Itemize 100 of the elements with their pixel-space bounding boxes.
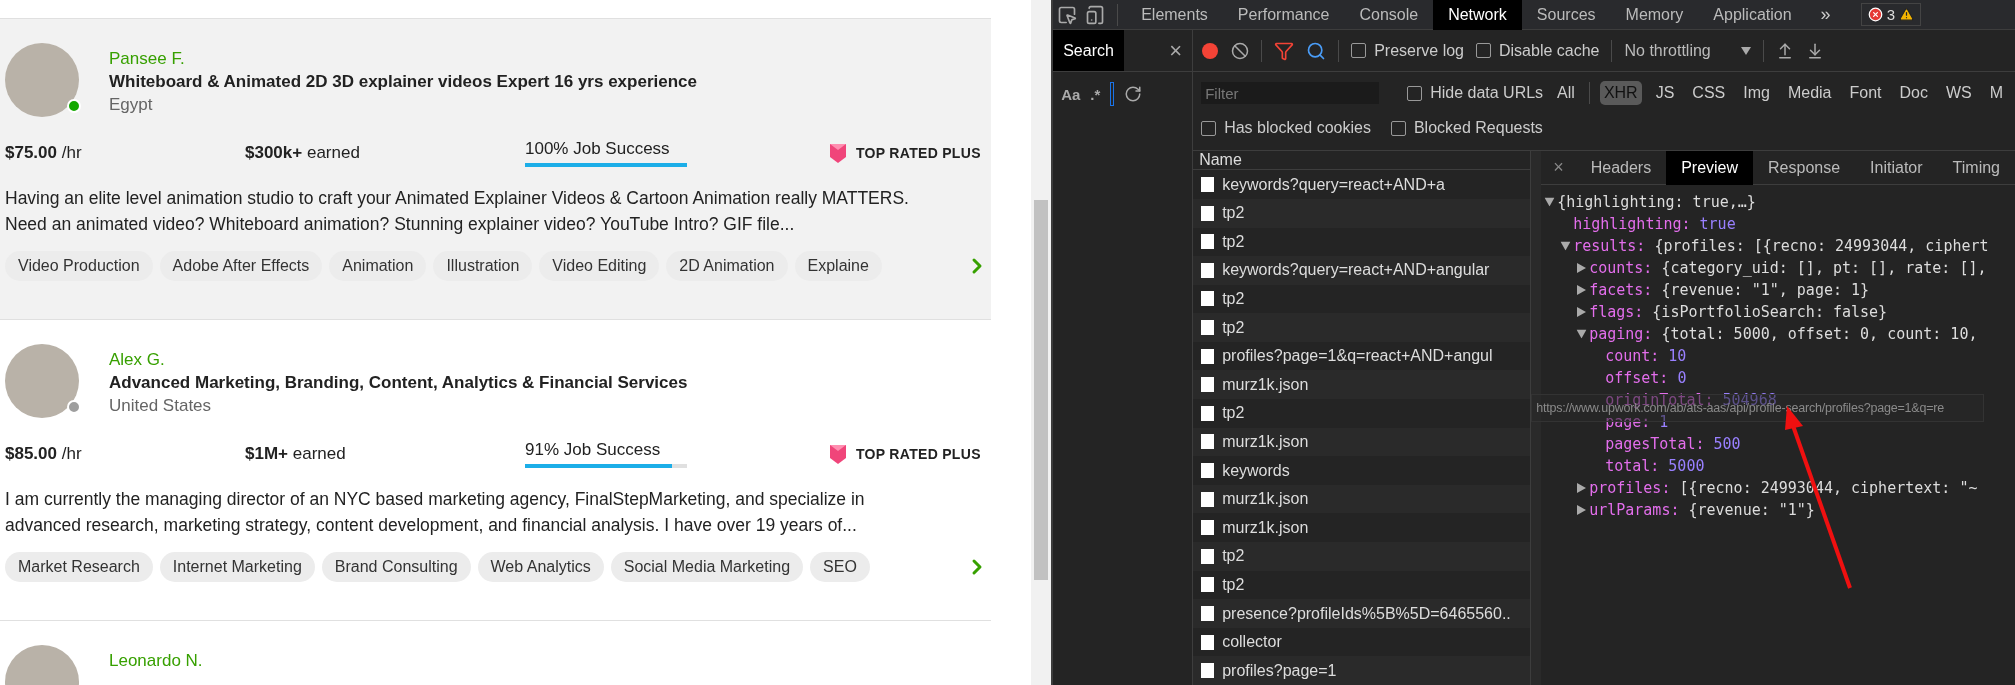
checkbox-label[interactable]: Blocked Requests xyxy=(1413,119,1543,137)
skill-tag[interactable]: Social Media Marketing xyxy=(610,552,804,582)
country: Egypt xyxy=(109,95,154,115)
skill-tag[interactable]: Illustration xyxy=(433,251,533,281)
resource-type-filter[interactable]: Media xyxy=(1783,81,1836,105)
filter-input[interactable]: Filter xyxy=(1201,82,1380,104)
search-tab[interactable]: Search xyxy=(1053,30,1124,71)
request-row[interactable]: keywords?query=react+AND+angular xyxy=(1193,256,1531,285)
skill-tag[interactable]: Adobe After Effects xyxy=(159,251,323,281)
checkbox-label[interactable]: Disable cache xyxy=(1499,41,1600,60)
checkbox-label[interactable]: Hide data URLs xyxy=(1430,84,1544,102)
checkbox-label[interactable]: Has blocked cookies xyxy=(1224,119,1371,137)
checkbox[interactable] xyxy=(1351,43,1367,58)
request-row[interactable]: murz1k.json xyxy=(1193,484,1531,514)
request-row[interactable]: tp2 xyxy=(1193,542,1531,571)
json-entry[interactable]: results: {profiles: [{recno: 24993044, ciphert xyxy=(1573,237,1989,255)
devtools-tab[interactable]: Memory xyxy=(1610,0,1699,30)
skill-tag[interactable]: Animation xyxy=(329,251,427,281)
error-count[interactable]: 3 xyxy=(1860,3,1921,26)
detail-tab[interactable]: Initiator xyxy=(1855,151,1938,185)
devtools-tab[interactable]: Elements xyxy=(1126,0,1223,30)
detail-tab[interactable]: Timing xyxy=(1937,151,2015,185)
devtools-tab[interactable]: Console xyxy=(1344,0,1434,30)
file-icon xyxy=(1201,520,1215,536)
freelancer-name[interactable]: Alex G. xyxy=(109,350,688,370)
resource-type-filter[interactable]: WS xyxy=(1941,81,1976,105)
json-entry[interactable]: flags: {isPortfolioSearch: false} xyxy=(1589,303,1888,321)
search-icon[interactable] xyxy=(1306,40,1327,61)
json-entry[interactable]: {highlighting: true,…} xyxy=(1557,193,1756,211)
skill-tag[interactable]: Market Research xyxy=(5,552,153,582)
expand-triangle-icon[interactable] xyxy=(1576,285,1586,295)
json-entry[interactable]: paging: {total: 5000, offset: 0, count: 10, xyxy=(1589,325,1978,343)
expand-triangle-icon[interactable] xyxy=(1576,505,1586,515)
skill-tag[interactable]: 2D Animation xyxy=(666,251,788,281)
request-row[interactable]: tp2 xyxy=(1193,313,1531,342)
more-tabs-button[interactable]: » xyxy=(1806,4,1845,25)
throttling-select[interactable]: No throttling xyxy=(1624,41,1751,60)
skill-tag[interactable]: Internet Marketing xyxy=(159,552,315,582)
regex-button[interactable]: .* xyxy=(1090,85,1101,103)
resource-type-filter[interactable]: M xyxy=(1985,81,2008,105)
skill-tag[interactable]: Web Analytics xyxy=(477,552,604,582)
file-icon xyxy=(1201,663,1215,679)
json-entry[interactable]: facets: {revenue: "1", page: 1} xyxy=(1589,281,1870,299)
file-icon xyxy=(1201,577,1215,593)
resource-type-filter[interactable]: JS xyxy=(1651,81,1679,105)
expand-triangle-icon[interactable] xyxy=(1576,329,1587,339)
checkbox[interactable] xyxy=(1476,43,1491,58)
file-icon xyxy=(1201,434,1215,450)
refresh-icon[interactable] xyxy=(1124,85,1143,103)
request-row[interactable]: murz1k.json xyxy=(1193,427,1531,457)
devtools-tab[interactable]: Sources xyxy=(1521,0,1611,30)
devtools-tab[interactable]: Performance xyxy=(1222,0,1345,30)
checkbox-label[interactable]: Preserve log xyxy=(1374,41,1464,60)
search-input[interactable] xyxy=(1110,82,1115,106)
detail-tab[interactable]: Preview xyxy=(1666,151,1754,185)
device-icon[interactable] xyxy=(1085,4,1106,25)
expand-triangle-icon[interactable] xyxy=(1576,263,1586,273)
job-success: 91% Job Success xyxy=(525,440,662,460)
earnings: $1M+ earned xyxy=(245,444,347,464)
devtools-tab[interactable]: Application xyxy=(1698,0,1807,30)
record-icon[interactable] xyxy=(1201,41,1220,60)
hourly-rate: $75.00 /hr xyxy=(5,143,83,163)
checkbox[interactable] xyxy=(1201,120,1217,136)
detail-tab[interactable]: Response xyxy=(1753,151,1856,185)
scrollbar[interactable] xyxy=(1031,0,1052,685)
country: United States xyxy=(109,396,213,416)
expand-triangle-icon[interactable] xyxy=(1576,483,1586,493)
json-entry[interactable]: counts: {category_uid: [], pt: [], rate: [], xyxy=(1589,259,1987,277)
match-case-button[interactable]: Aa xyxy=(1061,85,1081,103)
skill-tag[interactable]: Explaine xyxy=(794,251,882,281)
close-button[interactable]: × xyxy=(1541,157,1576,178)
filter-icon[interactable] xyxy=(1274,40,1295,61)
detail-tab[interactable]: Headers xyxy=(1575,151,1667,185)
file-icon xyxy=(1201,320,1215,336)
resource-type-filter[interactable]: Doc xyxy=(1895,81,1932,105)
resource-type-filter[interactable]: All xyxy=(1553,81,1579,105)
resource-type-filter[interactable]: Img xyxy=(1739,81,1774,105)
skill-tag[interactable]: Brand Consulting xyxy=(321,552,471,582)
checkbox[interactable] xyxy=(1390,120,1406,136)
request-row[interactable]: presence?profileIds%5B%5D=6465560.. xyxy=(1193,599,1531,628)
skill-tag[interactable]: SEO xyxy=(810,552,870,582)
expand-triangle-icon[interactable] xyxy=(1560,241,1571,251)
close-button[interactable]: × xyxy=(1169,37,1183,64)
file-icon xyxy=(1201,291,1215,307)
profile-title: Advanced Marketing, Branding, Content, Analytics & Financial Services xyxy=(109,373,688,393)
skill-tag[interactable]: Video Production xyxy=(5,251,153,281)
expand-triangle-icon[interactable] xyxy=(1544,197,1555,207)
skill-tag[interactable]: Video Editing xyxy=(539,251,660,281)
json-entry[interactable]: urlParams: {revenue: "1"} xyxy=(1589,501,1815,519)
resource-type-filter[interactable]: Font xyxy=(1845,81,1886,105)
resource-type-filter[interactable]: CSS xyxy=(1688,81,1730,105)
request-row[interactable]: profiles?page=1 xyxy=(1193,656,1531,685)
request-row[interactable]: tp2 xyxy=(1193,198,1531,228)
inspect-icon[interactable] xyxy=(1057,4,1078,25)
clear-icon[interactable] xyxy=(1231,41,1250,60)
request-row[interactable]: murz1k.json xyxy=(1193,370,1531,400)
checkbox[interactable] xyxy=(1407,85,1423,101)
profile-description: I am currently the managing director of an NYC based marketing agency, FinalStepMarketing, and specialize in advanced research, marketing strategy, content development, and financial analysis. I have over 19 years of... xyxy=(5,488,866,537)
devtools-tab[interactable]: Network xyxy=(1433,0,1522,30)
expand-triangle-icon[interactable] xyxy=(1576,307,1586,317)
